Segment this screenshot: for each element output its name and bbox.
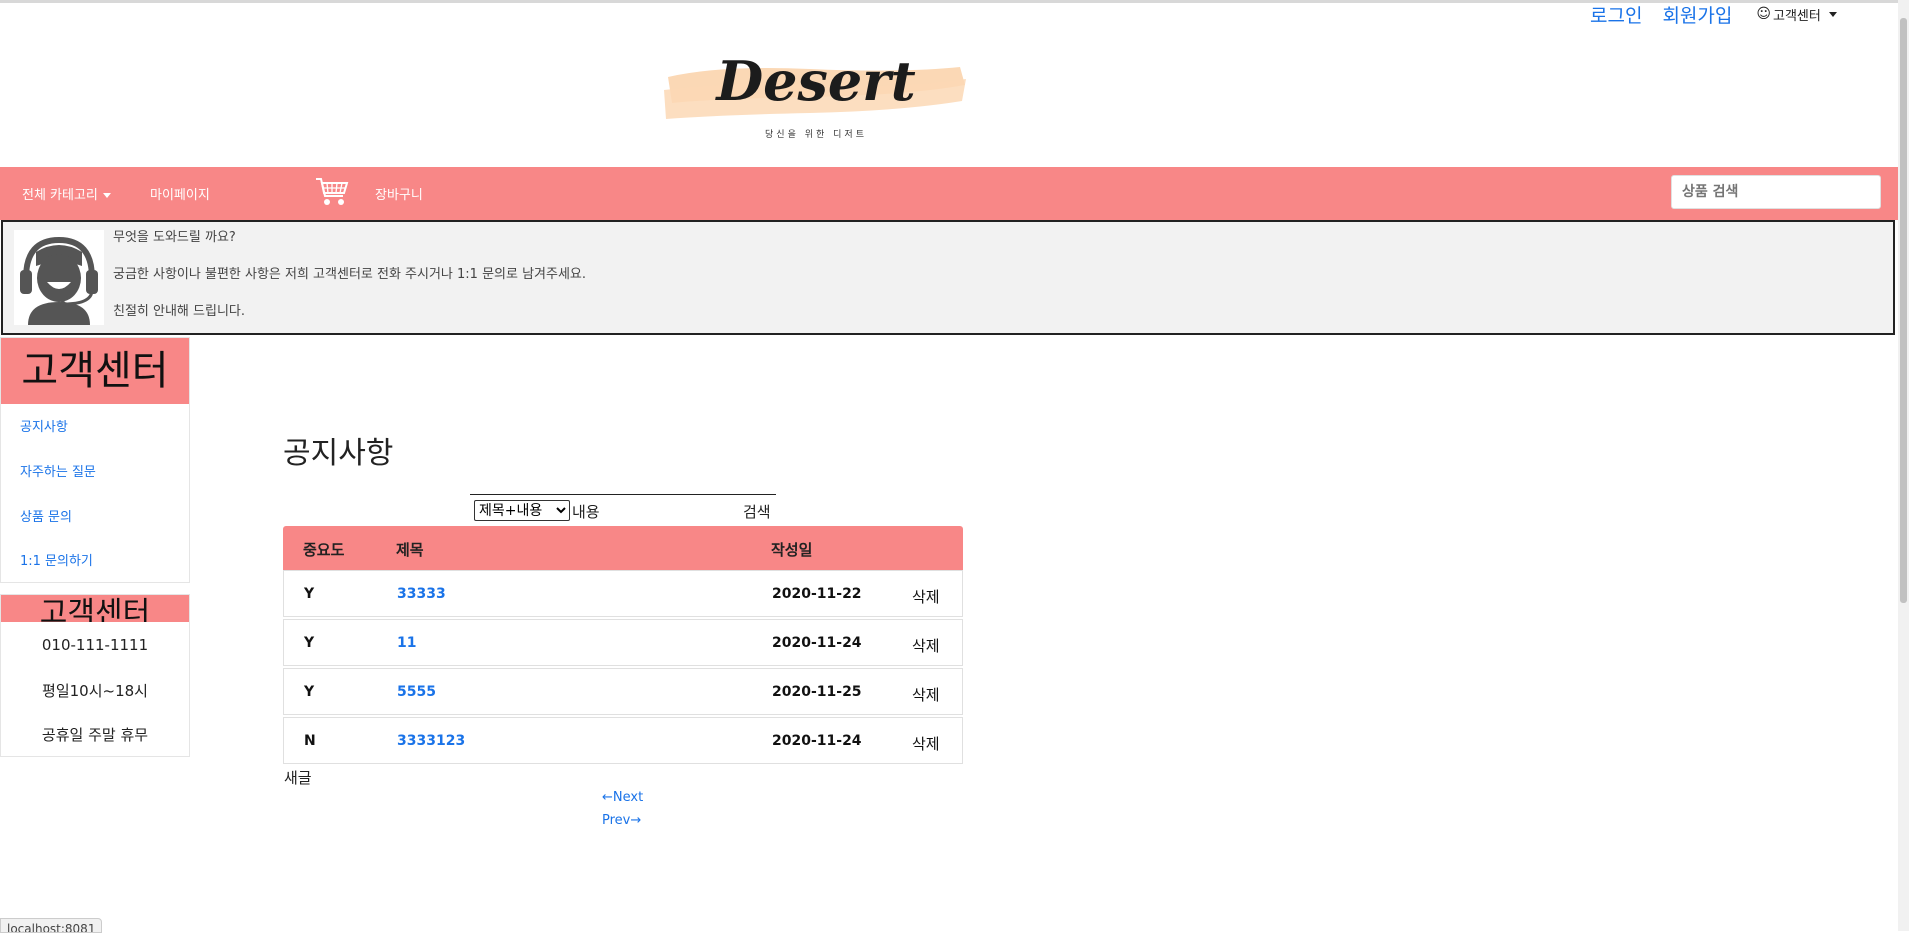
header-importance: 중요도 [303, 541, 345, 559]
search-button[interactable]: 검색 [743, 501, 771, 522]
row-date: 2020-11-22 [772, 586, 862, 602]
auth-links: 로그인 회원가입 ☺ 고객센터 [1590, 0, 1837, 28]
vertical-scrollbar[interactable] [1898, 0, 1909, 931]
sidebar-menu: 고객센터 공지사항 자주하는 질문 상품 문의 1:1 문의하기 [0, 337, 190, 583]
cart-link[interactable]: 장바구니 [375, 184, 423, 203]
row-title-link[interactable]: 11 [397, 635, 416, 651]
row-importance: Y [304, 684, 315, 700]
sidebar-item-product-inquiry[interactable]: 상품 문의 [20, 506, 72, 525]
sidebar-item-notice[interactable]: 공지사항 [20, 416, 68, 435]
contact-hours: 평일10시~18시 [42, 682, 148, 700]
row-delete-button[interactable]: 삭제 [912, 733, 940, 754]
row-title-link[interactable]: 33333 [397, 586, 446, 602]
row-title-link[interactable]: 5555 [397, 684, 436, 700]
table-header: 중요도 제목 작성일 [283, 526, 963, 570]
category-label: 전체 카테고리 [22, 188, 98, 203]
sidebar-title: 고객센터 [1, 338, 189, 404]
pager-next-link[interactable]: ←Next [602, 790, 643, 805]
sidebar-contact: 고객센터 010-111-1111 평일10시~18시 공휴일 주말 휴무 [0, 594, 190, 757]
row-delete-button[interactable]: 삭제 [912, 586, 940, 607]
logo-tagline: 당신을 위한 디저트 [765, 129, 867, 140]
signup-link[interactable]: 회원가입 [1662, 1, 1732, 28]
notice-table: 중요도 제목 작성일 Y 33333 2020-11-22 삭제 Y 11 20… [283, 526, 963, 766]
search-type-select[interactable]: 제목+내용 [474, 500, 570, 521]
login-link[interactable]: 로그인 [1590, 1, 1642, 28]
headset-agent-icon [14, 230, 104, 325]
new-post-button[interactable]: 새글 [284, 767, 312, 788]
row-importance: N [304, 733, 316, 749]
sidebar-item-one-on-one[interactable]: 1:1 문의하기 [20, 550, 93, 569]
table-row: Y 33333 2020-11-22 삭제 [283, 570, 963, 617]
logo-brand: Desert [714, 55, 915, 113]
notice-search-bar: 제목+내용 내용 검색 [470, 494, 776, 523]
chevron-down-icon [1828, 11, 1837, 17]
help-banner: 무엇을 도와드릴 까요? 궁금한 사항이나 불편한 사항은 저희 고객센터로 전… [1, 220, 1895, 335]
page-title: 공지사항 [283, 436, 394, 471]
row-title-link[interactable]: 3333123 [397, 733, 465, 749]
row-delete-button[interactable]: 삭제 [912, 635, 940, 656]
search-keyword-label: 내용 [572, 503, 600, 521]
site-logo[interactable]: Desert 당신을 위한 디저트 [660, 49, 972, 145]
mypage-link[interactable]: 마이페이지 [150, 184, 210, 203]
row-date: 2020-11-25 [772, 684, 862, 700]
row-importance: Y [304, 635, 315, 651]
pager-prev-link[interactable]: Prev→ [602, 813, 641, 828]
contact-title: 고객센터 [1, 595, 189, 622]
row-date: 2020-11-24 [772, 635, 862, 651]
header-title: 제목 [396, 541, 424, 559]
table-row: Y 5555 2020-11-25 삭제 [283, 668, 963, 715]
table-row: Y 11 2020-11-24 삭제 [283, 619, 963, 666]
banner-line-2: 궁금한 사항이나 불편한 사항은 저희 고객센터로 전화 주시거나 1:1 문의… [113, 267, 587, 282]
banner-line-1: 무엇을 도와드릴 까요? [113, 230, 236, 245]
contact-holiday: 공휴일 주말 휴무 [41, 726, 149, 744]
scrollbar-thumb[interactable] [1900, 18, 1907, 603]
row-date: 2020-11-24 [772, 733, 862, 749]
header-date: 작성일 [771, 541, 813, 559]
product-search-input[interactable] [1671, 175, 1881, 209]
row-delete-button[interactable]: 삭제 [912, 684, 940, 705]
sidebar-item-faq[interactable]: 자주하는 질문 [20, 461, 96, 480]
smiley-icon: ☺ [1756, 6, 1771, 22]
shopping-cart-icon[interactable] [315, 176, 349, 208]
chevron-down-icon [102, 193, 111, 198]
banner-line-3: 친절히 안내해 드립니다. [113, 304, 245, 319]
main-navbar: 전체 카테고리 마이페이지 장바구니 [0, 167, 1898, 220]
row-importance: Y [304, 586, 315, 602]
customer-center-dropdown[interactable]: ☺ 고객센터 [1756, 5, 1837, 24]
contact-phone: 010-111-1111 [41, 636, 149, 654]
category-dropdown[interactable]: 전체 카테고리 [22, 184, 111, 203]
table-row: N 3333123 2020-11-24 삭제 [283, 717, 963, 764]
customer-center-label: 고객센터 [1772, 8, 1821, 24]
